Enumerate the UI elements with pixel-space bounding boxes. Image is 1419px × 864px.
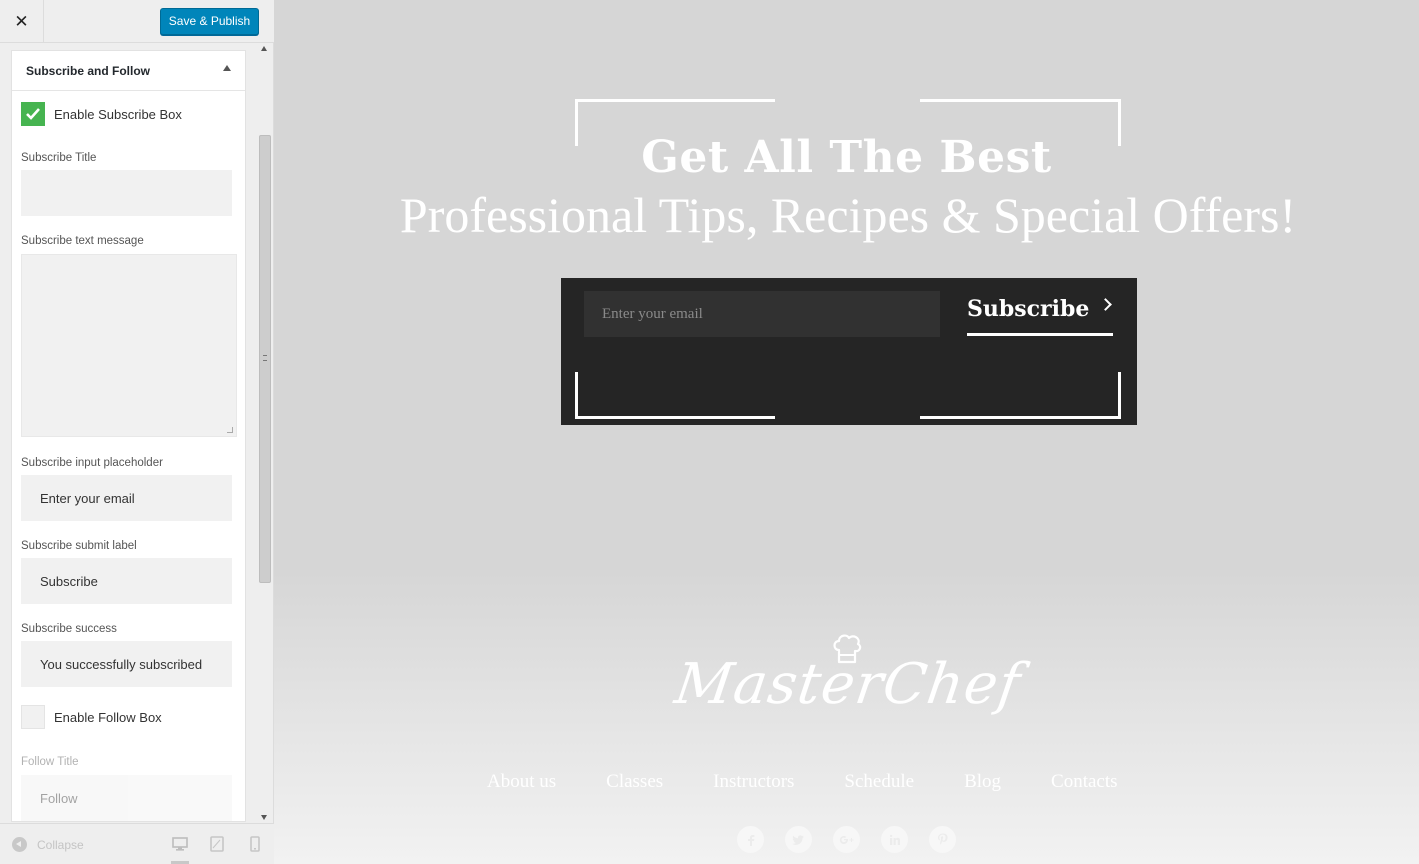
nav-link-contacts[interactable]: Contacts [1051,771,1118,793]
subscribe-title-input[interactable] [21,170,232,216]
save-publish-button[interactable]: Save & Publish [160,8,259,35]
resize-grip-icon[interactable] [227,427,233,433]
subscribe-follow-panel: Subscribe and Follow Enable Subscribe Bo… [11,50,246,822]
frame-bottom-right [920,372,1121,419]
tablet-icon[interactable] [208,836,226,852]
mobile-icon[interactable] [246,836,264,852]
customizer-footer: Collapse [0,823,274,864]
nav-link-about[interactable]: About us [487,771,556,793]
grip-icon [263,355,267,361]
enable-follow-label: Enable Follow Box [54,709,162,725]
subscribe-placeholder-label: Subscribe input placeholder [21,457,163,469]
nav-link-blog[interactable]: Blog [964,771,1001,793]
email-input[interactable] [584,291,940,337]
scroll-down-icon[interactable] [261,815,267,820]
collapse-label: Collapse [37,837,84,852]
subscribe-text-textarea[interactable] [21,254,237,437]
sidebar-scrollbar[interactable] [257,43,273,823]
linkedin-icon[interactable] [881,826,908,853]
nav-link-instructors[interactable]: Instructors [713,771,794,793]
enable-follow-row[interactable]: Enable Follow Box [21,705,162,729]
nav-link-classes[interactable]: Classes [606,771,663,793]
collapse-arrow-icon [12,837,27,852]
facebook-icon[interactable] [737,826,764,853]
collapse-button[interactable]: Collapse [12,837,84,852]
panel-title: Subscribe and Follow [26,64,151,78]
desktop-icon[interactable] [171,836,189,864]
panel-header[interactable]: Subscribe and Follow [12,51,245,91]
twitter-icon[interactable] [785,826,812,853]
enable-subscribe-checkbox[interactable] [21,102,45,126]
nav-link-schedule[interactable]: Schedule [844,771,914,793]
chevron-right-icon [1099,298,1113,311]
close-icon[interactable]: ✕ [0,0,44,43]
subscribe-submit-label: Subscribe submit label [21,540,137,552]
headline-secondary: Professional Tips, Recipes & Special Off… [399,187,1297,243]
subscribe-submit-input[interactable] [21,558,232,604]
google-plus-icon[interactable] [833,826,860,853]
enable-follow-checkbox[interactable] [21,705,45,729]
customizer-header: ✕ Save & Publish [0,0,274,43]
customizer-sidebar: ✕ Save & Publish Subscribe and Follow En… [0,0,274,864]
enable-subscribe-label: Enable Subscribe Box [54,106,182,122]
subscribe-success-label: Subscribe success [21,623,117,635]
frame-bottom-left [575,372,775,419]
headline-primary: Get All The Best [641,132,1052,183]
follow-title-label: Follow Title [21,756,79,768]
site-logo[interactable]: MasterChef [274,652,1419,717]
caret-up-icon[interactable] [223,65,231,71]
enable-subscribe-row[interactable]: Enable Subscribe Box [21,102,182,126]
scroll-up-icon[interactable] [261,46,267,51]
social-links [737,826,977,853]
site-preview: Get All The Best Professional Tips, Reci… [274,0,1419,864]
subscribe-title-label: Subscribe Title [21,152,97,164]
subscribe-button[interactable]: Subscribe [967,294,1113,336]
pinterest-icon[interactable] [929,826,956,853]
subscribe-text-label: Subscribe text message [21,235,144,247]
follow-title-input[interactable] [21,775,232,821]
subscribe-button-label: Subscribe [967,296,1090,322]
checkmark-icon [26,108,40,120]
scrollbar-thumb[interactable] [259,135,271,583]
subscribe-success-input[interactable] [21,641,232,687]
subscribe-placeholder-input[interactable] [21,475,232,521]
footer-nav: About us Classes Instructors Schedule Bl… [487,771,1168,793]
